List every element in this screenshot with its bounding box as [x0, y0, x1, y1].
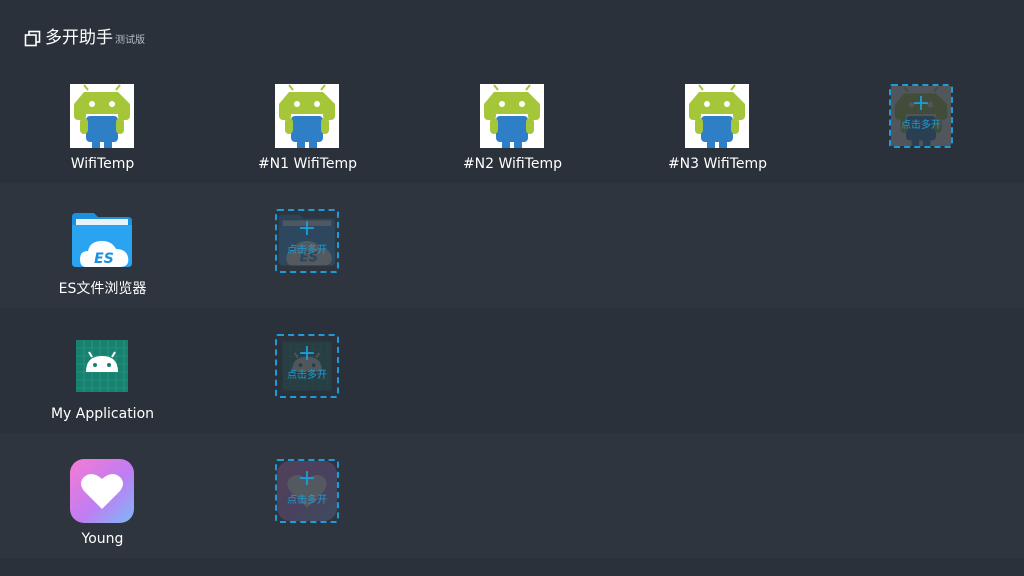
app-title-badge: 测试版: [115, 35, 145, 46]
add-clone-label: 点击多开: [287, 495, 327, 506]
add-clone-button[interactable]: + 点击多开: [275, 334, 339, 398]
add-clone-label: 点击多开: [901, 120, 941, 131]
clone-item-n2[interactable]: #N2 WifiTemp: [410, 58, 615, 183]
app-item-my-application[interactable]: My Application: [0, 308, 205, 433]
clone-label: #N2 WifiTemp: [462, 156, 563, 172]
multi-window-icon: [24, 30, 41, 47]
add-clone-slot: + 点击多开: [205, 308, 410, 433]
app-label: My Application: [50, 406, 155, 422]
add-clone-slot: + 点击多开: [205, 183, 410, 308]
add-clone-label: 点击多开: [287, 370, 327, 381]
plus-icon: +: [911, 91, 931, 116]
plus-icon: +: [297, 341, 317, 366]
add-clone-slot: + 点击多开: [205, 433, 410, 558]
android-robot-icon: [685, 84, 749, 148]
app-item-es-file-explorer[interactable]: ES文件浏览器: [0, 183, 205, 308]
add-clone-slot: + 点击多开: [819, 58, 1024, 183]
app-item-wifitemp[interactable]: WifiTemp: [0, 58, 205, 183]
plus-icon: +: [297, 216, 317, 241]
clone-item-n3[interactable]: #N3 WifiTemp: [615, 58, 820, 183]
es-file-explorer-icon: [70, 209, 134, 273]
app-title-text: 多开助手: [45, 28, 113, 48]
header-bar: 多开助手 测试版: [0, 0, 1024, 60]
add-clone-button[interactable]: + 点击多开: [889, 84, 953, 148]
clone-item-n1[interactable]: #N1 WifiTemp: [205, 58, 410, 183]
app-row-young: Young + 点击多开: [0, 433, 1024, 558]
app-row-my-application: My Application + 点击多开: [0, 308, 1024, 433]
plus-icon: +: [297, 466, 317, 491]
app-item-young[interactable]: Young: [0, 433, 205, 558]
android-robot-icon: [70, 84, 134, 148]
app-title: 多开助手 测试版: [45, 28, 145, 51]
android-robot-icon: [275, 84, 339, 148]
android-app-icon: [70, 334, 134, 398]
add-clone-label: 点击多开: [287, 245, 327, 256]
app-label: ES文件浏览器: [58, 281, 147, 297]
android-robot-icon: [480, 84, 544, 148]
clone-label: #N1 WifiTemp: [257, 156, 358, 172]
app-label: Young: [81, 531, 124, 547]
app-row-es-file-explorer: ES文件浏览器 + 点击多开: [0, 183, 1024, 308]
app-row-wifitemp: WifiTemp #N1 WifiTemp #N2 WifiTemp #N3 W…: [0, 58, 1024, 183]
app-label: WifiTemp: [70, 156, 135, 172]
clone-label: #N3 WifiTemp: [667, 156, 768, 172]
add-clone-button[interactable]: + 点击多开: [275, 459, 339, 523]
add-clone-button[interactable]: + 点击多开: [275, 209, 339, 273]
heart-app-icon: [70, 459, 134, 523]
